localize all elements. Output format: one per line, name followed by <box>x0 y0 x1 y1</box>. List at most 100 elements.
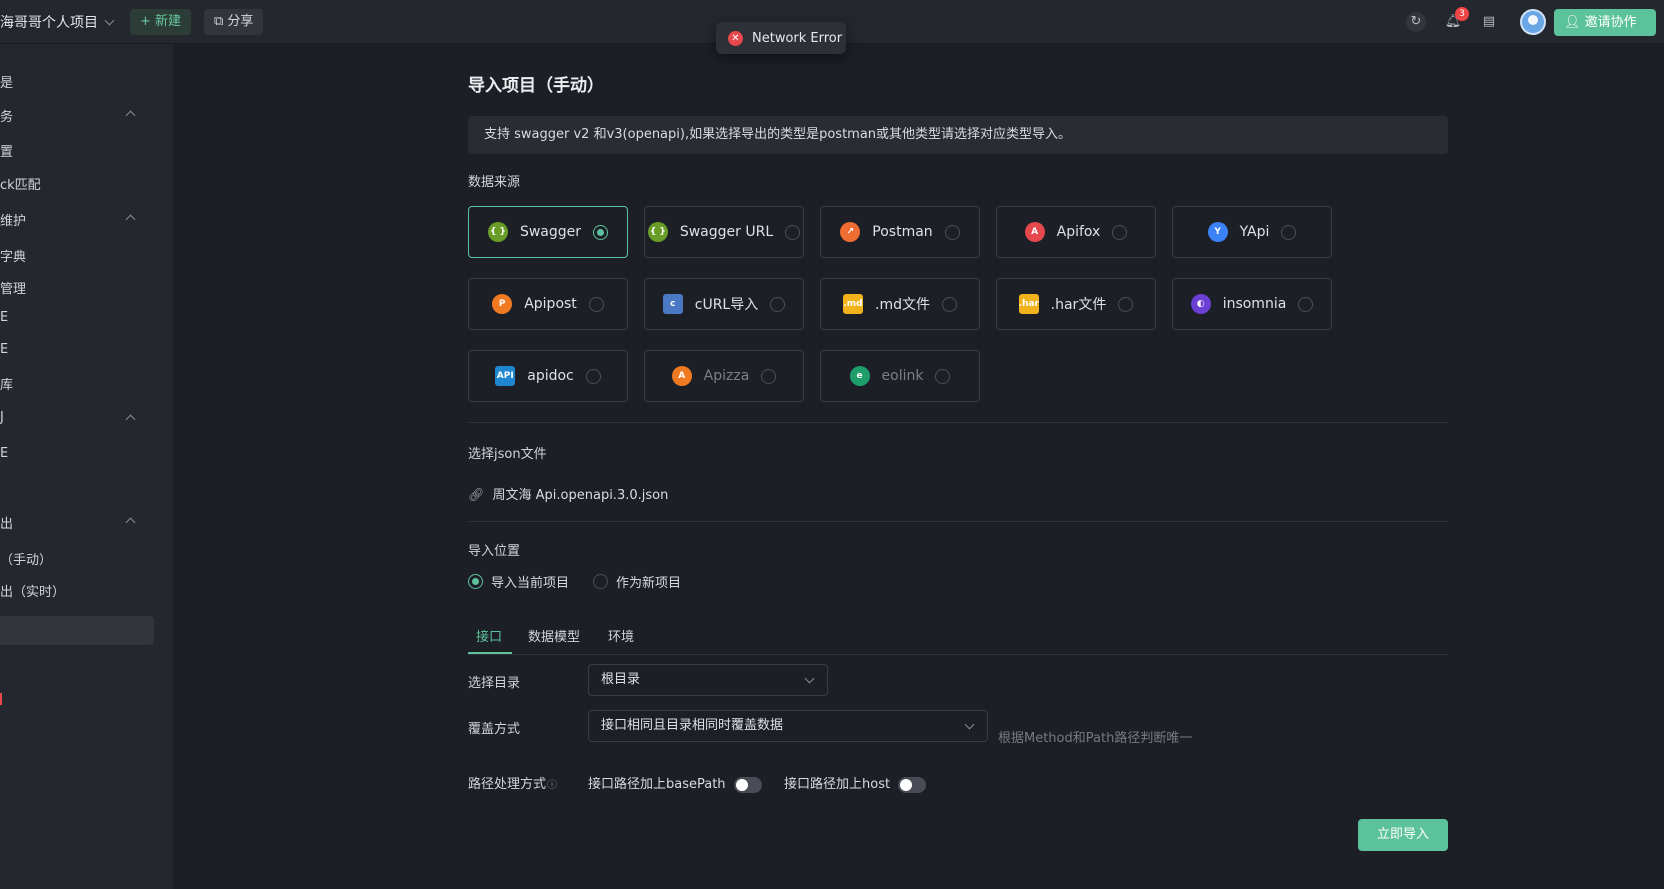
sidebar-group-label[interactable]: J <box>0 410 4 425</box>
avatar[interactable] <box>1520 9 1546 35</box>
sidebar-group-label[interactable]: 出 <box>0 513 13 532</box>
radio-label-current[interactable]: 导入当前项目 <box>491 572 569 591</box>
sidebar-item[interactable]: 字典 <box>0 246 26 265</box>
source-label: eolink <box>881 368 924 384</box>
source-card[interactable]: c cURL导入 <box>644 278 804 330</box>
selected-file[interactable]: 🔗︎ 周文海 Api.openapi.3.0.json <box>468 484 668 503</box>
directory-value: 根目录 <box>601 672 641 687</box>
sidebar-item[interactable]: E <box>0 342 8 357</box>
error-icon: ✕ <box>728 30 743 46</box>
source-logo-icon: c <box>662 294 683 314</box>
toast-message: Network Error <box>752 30 843 46</box>
share-button[interactable]: ⧉ 分享 <box>204 9 264 35</box>
sidebar-item-import-realtime[interactable]: 出（实时） <box>0 581 65 600</box>
source-label: insomnia <box>1222 296 1287 312</box>
chevron-up-icon[interactable] <box>125 110 136 121</box>
overwrite-label: 覆盖方式 <box>468 722 521 737</box>
source-radio[interactable] <box>1118 296 1134 312</box>
directory-select[interactable]: 根目录 <box>588 664 828 696</box>
source-card[interactable]: A Apizza <box>644 350 804 402</box>
source-label: Postman <box>872 224 933 240</box>
sidebar-active-highlight <box>0 616 154 645</box>
source-card[interactable]: API apidoc <box>468 350 628 402</box>
source-card[interactable]: Y YApi <box>1172 206 1332 258</box>
sidebar-item[interactable]: E <box>0 446 8 461</box>
sidebar-item[interactable]: 库 <box>0 374 13 393</box>
source-card[interactable]: e eolink <box>820 350 980 402</box>
source-card[interactable]: { } Swagger URL <box>644 206 804 258</box>
source-label: apidoc <box>527 368 574 384</box>
basepath-toggle[interactable] <box>733 776 762 793</box>
chevron-down-icon <box>964 719 975 730</box>
sidebar-item[interactable]: ck匹配 <box>0 174 41 193</box>
share-label: 分享 <box>227 14 254 29</box>
chevron-down-icon <box>104 15 115 26</box>
sidebar-group-label[interactable]: 务 <box>0 106 13 125</box>
file-label: 选择json文件 <box>468 447 547 462</box>
radio-label-new[interactable]: 作为新项目 <box>616 572 681 591</box>
source-label: YApi <box>1239 224 1270 240</box>
source-card[interactable]: .md .md文件 <box>820 278 980 330</box>
source-card[interactable]: P Apipost <box>468 278 628 330</box>
info-notice: 支持 swagger v2 和v3(openapi),如果选择导出的类型是pos… <box>468 116 1448 154</box>
tab-environments[interactable]: 环境 <box>608 626 634 645</box>
error-toast: ✕ Network Error <box>716 22 846 54</box>
sidebar-item[interactable]: 置 <box>0 141 13 160</box>
source-radio[interactable] <box>785 224 801 240</box>
source-card[interactable]: ↗ Postman <box>820 206 980 258</box>
sidebar: 是 务 置 ck匹配 维护 字典 管理 E E 库 J E 出 （手动） 出（实… <box>0 44 173 889</box>
share-icon: ⧉ <box>214 14 228 29</box>
tab-interfaces[interactable]: 接口 <box>476 626 502 645</box>
source-card[interactable]: ◐ insomnia <box>1172 278 1332 330</box>
sidebar-item[interactable]: 是 <box>0 72 13 91</box>
host-toggle[interactable] <box>898 776 927 793</box>
host-label: 接口路径加上host <box>784 777 891 792</box>
source-label: Apizza <box>703 368 750 384</box>
source-card[interactable]: A Apifox <box>996 206 1156 258</box>
project-switcher[interactable]: 海哥哥个人项目 <box>0 12 115 32</box>
source-label: .md文件 <box>875 297 930 313</box>
radio-new-project[interactable] <box>593 574 609 589</box>
overwrite-select[interactable]: 接口相同且目录相同时覆盖数据 <box>588 710 988 742</box>
source-card[interactable]: .har .har文件 <box>996 278 1156 330</box>
chevron-up-icon[interactable] <box>125 414 136 425</box>
source-radio[interactable] <box>770 296 786 312</box>
radio-current-project[interactable] <box>468 574 483 589</box>
invite-label: 邀请协作 <box>1584 15 1637 30</box>
source-radio[interactable] <box>585 368 601 384</box>
overwrite-hint: 根据Method和Path路径判断唯一 <box>998 731 1193 746</box>
refresh-icon[interactable]: ↻ <box>1406 12 1426 32</box>
source-radio[interactable] <box>1281 224 1297 240</box>
invite-button[interactable]: 👤︎ 邀请协作 <box>1554 9 1656 36</box>
sidebar-item[interactable]: E <box>0 310 8 325</box>
source-card[interactable]: { } Swagger <box>468 206 628 258</box>
import-now-button[interactable]: 立即导入 <box>1358 819 1448 851</box>
basepath-toggle-row: 接口路径加上basePath <box>588 773 762 793</box>
source-radio[interactable] <box>935 368 951 384</box>
source-label: .har文件 <box>1050 297 1107 313</box>
sidebar-group-label[interactable]: 维护 <box>0 210 26 229</box>
source-radio[interactable] <box>941 296 957 312</box>
user-add-icon: 👤︎ <box>1564 15 1585 30</box>
source-label: 数据来源 <box>468 175 521 190</box>
chevron-up-icon[interactable] <box>125 214 136 225</box>
sidebar-item[interactable]: 管理 <box>0 278 26 297</box>
tab-data-models[interactable]: 数据模型 <box>528 626 580 645</box>
source-logo-icon: { } <box>647 222 668 242</box>
source-radio[interactable] <box>593 224 609 240</box>
source-radio[interactable] <box>588 296 604 312</box>
sidebar-indicator <box>0 693 2 705</box>
chevron-down-icon <box>804 673 815 684</box>
chevron-up-icon[interactable] <box>125 517 136 528</box>
source-radio[interactable] <box>944 224 960 240</box>
source-label: Apifox <box>1056 224 1101 240</box>
sidebar-item-import-manual[interactable]: （手动） <box>0 549 52 568</box>
source-radio[interactable] <box>761 368 777 384</box>
source-radio[interactable] <box>1112 224 1128 240</box>
source-logo-icon: ↗ <box>840 222 861 242</box>
help-icon[interactable]: ⓘ <box>547 780 557 791</box>
new-button[interactable]: + 新建 <box>130 9 192 35</box>
source-radio[interactable] <box>1298 296 1314 312</box>
source-label: Apipost <box>524 296 577 312</box>
document-icon[interactable]: ▤ <box>1479 12 1499 32</box>
